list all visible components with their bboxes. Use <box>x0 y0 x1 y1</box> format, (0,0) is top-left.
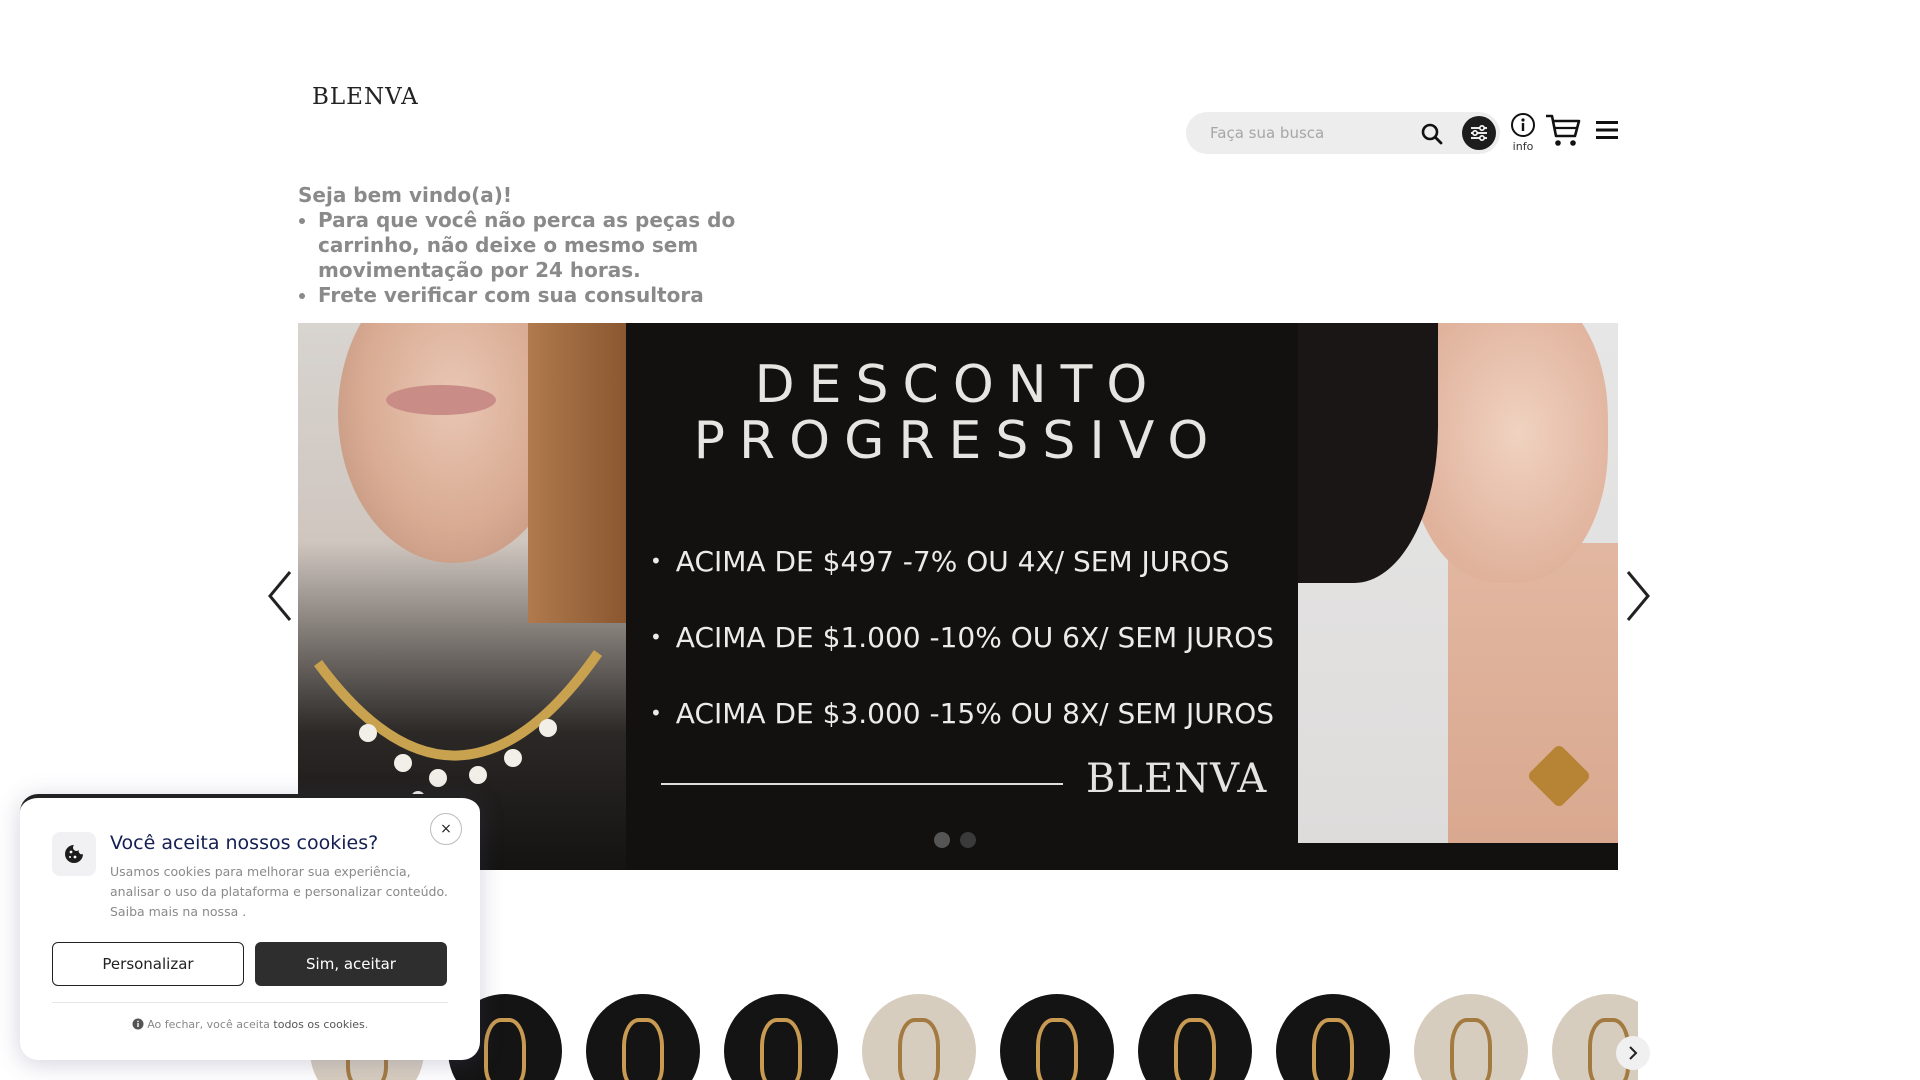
category-item[interactable] <box>1276 994 1390 1080</box>
model-photo-left <box>298 323 626 870</box>
info-icon <box>1511 113 1535 137</box>
category-carousel <box>298 990 1638 1080</box>
cookie-text: Usamos cookies para melhorar sua experiê… <box>110 864 448 919</box>
info-label: info <box>1512 140 1534 153</box>
accept-button[interactable]: Sim, aceitar <box>255 942 447 986</box>
search-icon[interactable] <box>1420 122 1444 146</box>
cookie-footer: Ao fechar, você aceita todos os cookies. <box>20 1018 480 1031</box>
slide-dot[interactable] <box>934 832 950 848</box>
discount-tiers: ACIMA DE $497 -7% OU 4X/ SEM JUROS ACIMA… <box>650 523 1290 751</box>
discount-tier: ACIMA DE $1.000 -10% OU 6X/ SEM JUROS <box>650 599 1290 675</box>
category-item[interactable] <box>862 994 976 1080</box>
category-item[interactable] <box>1414 994 1528 1080</box>
search-input[interactable] <box>1210 112 1410 154</box>
category-item[interactable] <box>1000 994 1114 1080</box>
welcome-list: Para que você não perca as peças do carr… <box>318 208 838 308</box>
info-button[interactable]: info <box>1508 112 1538 153</box>
discount-tier: ACIMA DE $3.000 -15% OU 8X/ SEM JUROS <box>650 675 1290 751</box>
promo-title: DESCONTO PROGRESSIVO <box>693 355 1223 471</box>
carousel-next-button[interactable] <box>1616 1036 1650 1070</box>
welcome-title: Seja bem vindo(a)! <box>298 183 513 207</box>
close-icon[interactable]: × <box>430 813 462 845</box>
cookie-title: Você aceita nossos cookies? <box>110 832 379 854</box>
model-photo-right <box>1298 323 1618 843</box>
category-item[interactable] <box>1138 994 1252 1080</box>
search-bar <box>1186 112 1500 154</box>
customize-button[interactable]: Personalizar <box>52 942 244 986</box>
cookie-consent-dialog: Você aceita nossos cookies? Usamos cooki… <box>20 794 480 1060</box>
slide-indicators <box>934 832 976 848</box>
divider <box>52 1002 448 1003</box>
logo[interactable]: BLENVA <box>312 84 419 110</box>
page: BLENVA info Seja bem vindo(a)! Para que … <box>0 0 1920 1080</box>
hero-banner[interactable]: DESCONTO PROGRESSIVO ACIMA DE $497 -7% O… <box>298 323 1618 870</box>
cart-icon[interactable] <box>1544 112 1582 152</box>
menu-icon[interactable] <box>1594 118 1620 146</box>
welcome-bullet: Frete verificar com sua consultora <box>318 283 838 308</box>
category-item[interactable] <box>586 994 700 1080</box>
necklace-image <box>313 650 603 811</box>
slide-dot[interactable] <box>960 832 976 848</box>
chevron-right-icon[interactable] <box>1620 568 1656 624</box>
banner-brand: BLENVA <box>1086 756 1268 802</box>
info-icon <box>132 1018 144 1030</box>
chevron-left-icon[interactable] <box>262 568 298 624</box>
cookie-icon <box>52 832 96 876</box>
welcome-message: Seja bem vindo(a)! Para que você não per… <box>298 183 838 308</box>
category-item[interactable] <box>724 994 838 1080</box>
filter-icon[interactable] <box>1462 116 1496 150</box>
all-cookies-link[interactable]: todos os cookies <box>273 1018 364 1031</box>
divider <box>661 783 1063 785</box>
welcome-bullet: Para que você não perca as peças do carr… <box>318 208 838 283</box>
discount-tier: ACIMA DE $497 -7% OU 4X/ SEM JUROS <box>650 523 1290 599</box>
chevron-right-icon <box>1629 1046 1638 1060</box>
